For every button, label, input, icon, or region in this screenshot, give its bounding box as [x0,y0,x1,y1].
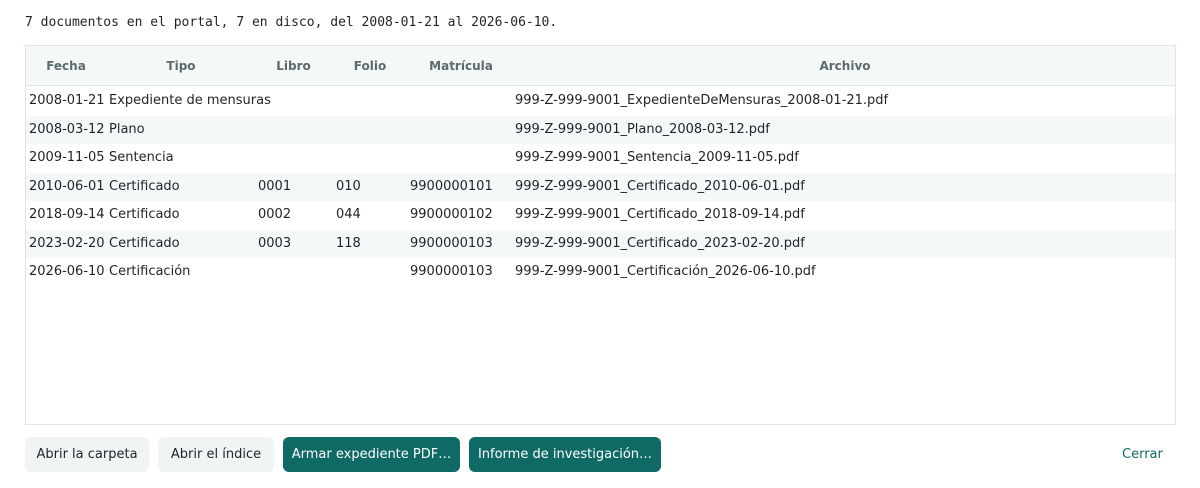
cell-libro: 0001 [258,178,292,194]
cell-archivo: 999-Z-999-9001_Certificación_2026-06-10.… [515,264,816,279]
table-row[interactable]: 2023-02-20 Certificado 0003 118 9900000103 99… [26,229,1175,258]
column-header-tipo[interactable]: Tipo [106,46,256,86]
open-folder-button[interactable]: Abrir la carpeta [25,437,149,472]
table-row[interactable]: 2008-01-21 Expediente de mensuras 999-Z-99… [26,87,1175,116]
table-row[interactable]: 2026-06-10 Certificación 9900000103 999-Z-9… [26,258,1175,287]
cell-archivo: 999-Z-999-9001_ExpedienteDeMensuras_2008… [515,93,889,108]
cell-fecha: 2018-09-14 [29,207,105,222]
cell-tipo: Plano [109,121,145,137]
cell-tipo: Sentencia [109,150,174,165]
cell-fecha: 2010-06-01 [29,178,105,194]
cell-matricula: 9900000101 [410,178,493,194]
cell-archivo: 999-Z-999-9001_Certificado_2010-06-01.pd… [515,178,805,194]
column-header-archivo[interactable]: Archivo [513,46,1175,86]
cell-fecha: 2008-03-12 [29,121,105,137]
cell-tipo: Certificación [109,264,191,279]
cell-folio: 118 [336,235,361,251]
cell-fecha: 2008-01-21 [29,93,105,108]
cell-fecha: 2023-02-20 [29,235,105,251]
column-header-fecha[interactable]: Fecha [26,46,106,86]
table-row[interactable]: 2018-09-14 Certificado 0002 044 9900000102 99… [26,201,1175,230]
column-header-matricula[interactable]: Matrícula [409,46,513,86]
cell-archivo: 999-Z-999-9001_Plano_2008-03-12.pdf [515,121,770,137]
cell-archivo: 999-Z-999-9001_Certificado_2018-09-14.pd… [515,207,805,222]
cell-tipo: Certificado [109,178,180,194]
documents-table: Fecha Tipo Libro Folio Matrícula Archivo… [25,45,1176,425]
table-row[interactable]: 2010-06-01 Certificado 0001 010 9900000101 99… [26,172,1175,201]
cell-archivo: 999-Z-999-9001_Sentencia_2009-11-05.pdf [515,150,799,165]
summary-text: 7 documentos en el portal, 7 en disco, d… [25,15,558,30]
column-header-libro[interactable]: Libro [256,46,331,86]
column-header-folio[interactable]: Folio [331,46,409,86]
cell-tipo: Expediente de mensuras [109,93,271,108]
build-pdf-button[interactable]: Armar expediente PDF… [283,437,460,472]
table-row[interactable]: 2008-03-12 Plano 999-Z-999-9001_Plano_2008… [26,115,1175,144]
close-link[interactable]: Cerrar [1122,437,1163,472]
table-body: 2008-01-21 Expediente de mensuras 999-Z-99… [26,87,1175,287]
cell-libro: 0002 [258,207,292,222]
cell-matricula: 9900000102 [410,207,493,222]
cell-fecha: 2009-11-05 [29,150,105,165]
table-row[interactable]: 2009-11-05 Sentencia 999-Z-999-9001_Senten… [26,144,1175,173]
cell-libro: 0003 [258,235,292,251]
cell-matricula: 9900000103 [410,235,493,251]
cell-folio: 044 [336,207,361,222]
cell-fecha: 2026-06-10 [29,264,105,279]
cell-tipo: Certificado [109,207,180,222]
cell-tipo: Certificado [109,235,180,251]
cell-folio: 010 [336,178,361,194]
table-header: Fecha Tipo Libro Folio Matrícula Archivo [26,46,1175,86]
investigation-report-button[interactable]: Informe de investigación… [469,437,661,472]
open-index-button[interactable]: Abrir el índice [158,437,274,472]
cell-matricula: 9900000103 [410,264,493,279]
cell-archivo: 999-Z-999-9001_Certificado_2023-02-20.pd… [515,235,805,251]
